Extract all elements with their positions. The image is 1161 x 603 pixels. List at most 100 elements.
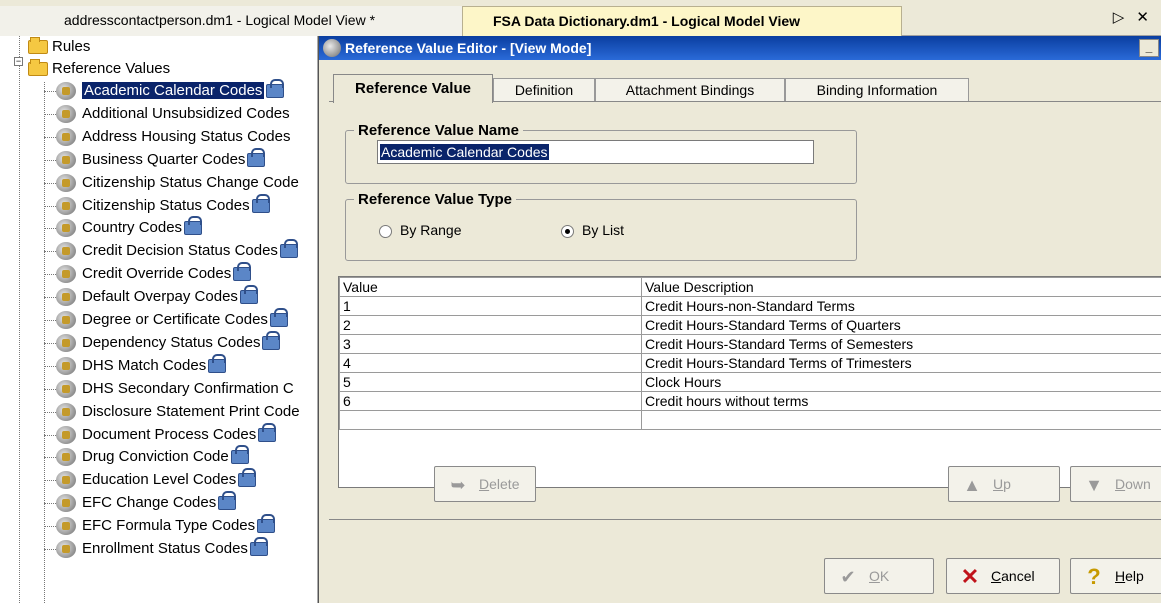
footer-separator — [329, 519, 1161, 520]
tree-node-reference-value[interactable]: Enrollment Status Codes — [56, 537, 268, 560]
value-description-cell[interactable]: Credit Hours-Standard Terms of Quarters — [641, 315, 1161, 335]
reference-value-icon — [56, 356, 76, 375]
by-list-radio[interactable]: By List — [561, 222, 624, 238]
table-row[interactable]: 5 Clock Hours — [339, 372, 1161, 392]
tab-reference-value[interactable]: Reference Value — [333, 74, 493, 103]
tree-node-reference-value[interactable]: Default Overpay Codes — [56, 285, 258, 308]
lock-icon — [218, 491, 237, 511]
value-cell[interactable]: 2 — [339, 315, 642, 335]
tree-node-reference-value[interactable]: Document Process Codes — [56, 422, 277, 446]
tree-node-label: DHS Secondary Confirmation C — [82, 379, 294, 397]
dialog-titlebar[interactable]: Reference Value Editor - [View Mode] _ — [319, 36, 1161, 60]
tab-binding-information[interactable]: Binding Information — [785, 78, 969, 102]
tree-node-reference-value[interactable]: Academic Calendar Codes — [56, 79, 285, 102]
reference-value-icon — [56, 104, 76, 123]
lock-icon — [269, 308, 288, 328]
grid-header-row: Value Value Description — [339, 277, 1161, 297]
value-description-cell[interactable]: Credit Hours-Standard Terms of Semesters — [641, 334, 1161, 354]
value-cell[interactable]: 4 — [339, 353, 642, 373]
up-accel: U — [993, 476, 1004, 492]
open-folder-icon — [28, 59, 48, 77]
lock-icon — [257, 514, 276, 534]
value-cell[interactable]: 6 — [339, 391, 642, 411]
tree-node-reference-value[interactable]: EFC Formula Type Codes — [56, 514, 276, 537]
tree-node-reference-value[interactable]: Additional Unsubsidized Codes — [56, 103, 290, 125]
checkmark-icon: ✔ — [840, 567, 856, 588]
value-grid[interactable]: Value Value Description 1 Credit Hours-non-… — [338, 276, 1161, 488]
delete-button[interactable]: ➥ Delete — [434, 466, 536, 502]
value-cell[interactable]: 3 — [339, 334, 642, 354]
lock-icon — [279, 239, 298, 259]
value-description-cell[interactable]: Credit Hours-non-Standard Terms — [641, 296, 1161, 316]
table-row[interactable]: 4 Credit Hours-Standard Terms of Trimeste… — [339, 353, 1161, 373]
help-button[interactable]: ? Help — [1070, 558, 1161, 594]
value-description-cell[interactable]: Credit hours without terms — [641, 391, 1161, 411]
tab-attachment-bindings[interactable]: Attachment Bindings — [595, 78, 785, 102]
reference-value-icon — [56, 494, 76, 513]
tab-addresscontactperson[interactable]: addresscontactperson.dm1 - Logical Model… — [0, 6, 470, 36]
value-description-cell[interactable]: Clock Hours — [641, 372, 1161, 392]
tree-node-rules[interactable]: Rules — [28, 36, 90, 58]
tab-fsa-data-dictionary[interactable]: FSA Data Dictionary.dm1 - Logical Model … — [462, 6, 902, 36]
tree-node-reference-value[interactable]: Education Level Codes — [56, 468, 257, 491]
up-button[interactable]: ▲ Up — [948, 466, 1060, 502]
tree-node-label: Enrollment Status Codes — [82, 540, 248, 557]
lock-icon — [239, 285, 258, 305]
tree-node-label: Disclosure Statement Print Code — [82, 402, 300, 420]
table-row[interactable]: 3 Credit Hours-Standard Terms of Semester… — [339, 334, 1161, 354]
tree-node-reference-value[interactable]: Citizenship Status Change Code — [56, 172, 299, 194]
tree-node-reference-value[interactable]: EFC Change Codes — [56, 491, 237, 514]
table-row[interactable] — [339, 410, 1161, 430]
table-row[interactable]: 2 Credit Hours-Standard Terms of Quarters — [339, 315, 1161, 335]
tab-nav-close-icon[interactable]: ▷ ✕ — [1113, 8, 1153, 26]
tree-node-label: Academic Calendar Codes — [82, 82, 265, 99]
value-description-cell[interactable] — [641, 410, 1161, 430]
by-range-radio[interactable]: By Range — [379, 222, 461, 238]
tree-node-reference-value[interactable]: Disclosure Statement Print Code — [56, 401, 300, 423]
value-cell[interactable]: 1 — [339, 296, 642, 316]
tree-node-label: Reference Values — [52, 60, 171, 77]
ok-button[interactable]: ✔ OK — [824, 558, 934, 594]
down-button[interactable]: ▼ Down — [1070, 466, 1161, 502]
table-row[interactable]: 1 Credit Hours-non-Standard Terms — [339, 296, 1161, 316]
tree-node-reference-value[interactable]: Dependency Status Codes — [56, 330, 281, 354]
collapse-icon[interactable]: − — [14, 57, 23, 66]
lock-icon — [247, 147, 266, 167]
tree-node-reference-value[interactable]: DHS Secondary Confirmation C — [56, 378, 294, 400]
reference-value-icon — [323, 39, 341, 57]
delete-label: elete — [489, 476, 520, 492]
reference-value-icon — [56, 425, 76, 444]
value-cell[interactable] — [339, 410, 642, 430]
tree-node-label: Degree or Certificate Codes — [82, 311, 268, 328]
tree-node-reference-value[interactable]: Country Codes — [56, 216, 203, 239]
tree-node-reference-value[interactable]: DHS Match Codes — [56, 353, 227, 377]
tree-node-reference-value[interactable]: Business Quarter Codes — [56, 147, 266, 171]
cancel-button[interactable]: ✕ Cancel — [946, 558, 1060, 594]
up-arrow-icon: ▲ — [963, 475, 981, 496]
tree-node-reference-values[interactable]: Reference Values — [28, 58, 170, 80]
grid-column-header[interactable]: Value — [339, 277, 642, 297]
reference-value-name-field[interactable]: Academic Calendar Codes — [377, 140, 814, 164]
grid-column-header[interactable]: Value Description — [641, 277, 1161, 297]
up-label: p — [1003, 476, 1011, 492]
tree-node-reference-value[interactable]: Address Housing Status Codes — [56, 126, 290, 148]
radio-checked-icon — [561, 224, 574, 238]
reference-value-icon — [56, 540, 76, 559]
delete-icon: ➥ — [450, 475, 466, 496]
delete-accel: D — [479, 476, 490, 492]
reference-value-icon — [56, 173, 76, 192]
table-row[interactable]: 6 Credit hours without terms — [339, 391, 1161, 411]
reference-value-icon — [56, 265, 76, 284]
reference-value-icon — [56, 448, 76, 467]
value-cell[interactable]: 5 — [339, 372, 642, 392]
minimize-button[interactable]: _ — [1139, 39, 1159, 57]
name-group-label: Reference Value Name — [358, 122, 519, 139]
tree-node-reference-value[interactable]: Citizenship Status Codes — [56, 193, 270, 217]
model-tree[interactable]: − Rules Reference Values Academic Calend… — [0, 36, 318, 603]
tree-node-reference-value[interactable]: Degree or Certificate Codes — [56, 308, 288, 331]
tree-node-reference-value[interactable]: Credit Override Codes — [56, 262, 252, 285]
tree-node-reference-value[interactable]: Credit Decision Status Codes — [56, 239, 298, 262]
tree-node-reference-value[interactable]: Drug Conviction Code — [56, 445, 249, 468]
tab-definition[interactable]: Definition — [493, 78, 595, 102]
value-description-cell[interactable]: Credit Hours-Standard Terms of Trimester… — [641, 353, 1161, 373]
